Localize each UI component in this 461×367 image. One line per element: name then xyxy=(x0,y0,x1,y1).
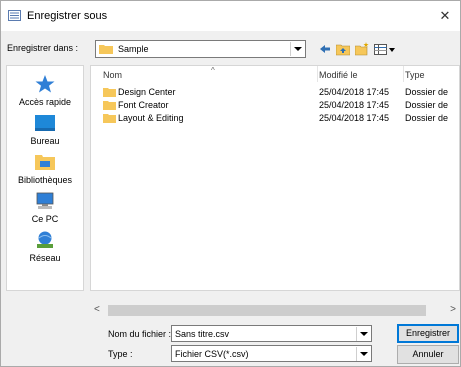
file-type: Dossier de xyxy=(405,87,449,97)
column-divider[interactable] xyxy=(403,66,404,82)
column-header-name[interactable]: Nom xyxy=(103,70,122,80)
save-button[interactable]: Enregistrer xyxy=(397,324,459,343)
place-label: Bibliothèques xyxy=(17,175,73,185)
lookin-dropdown[interactable]: Sample xyxy=(95,40,306,58)
back-icon[interactable] xyxy=(319,41,331,57)
file-type: Dossier de xyxy=(405,100,449,110)
computer-icon xyxy=(36,192,54,209)
horizontal-scrollbar[interactable]: < > xyxy=(90,303,460,318)
place-quick-access[interactable]: Accès rapide xyxy=(7,74,83,107)
new-folder-icon[interactable] xyxy=(355,41,369,57)
file-name: Layout & Editing xyxy=(118,113,184,123)
place-libraries[interactable]: Bibliothèques xyxy=(7,152,83,185)
close-button[interactable]: ✕ xyxy=(433,5,457,27)
file-type: Dossier de xyxy=(405,113,449,123)
column-divider[interactable] xyxy=(317,66,318,82)
star-icon xyxy=(35,75,55,93)
lookin-label: Enregistrer dans : xyxy=(7,43,79,53)
dialog-title: Enregistrer sous xyxy=(27,10,108,22)
column-header-type[interactable]: Type xyxy=(405,70,425,80)
file-name: Font Creator xyxy=(118,100,169,110)
lookin-value: Sample xyxy=(118,44,149,54)
list-item[interactable]: Design Center 25/04/2018 17:45 Dossier d… xyxy=(91,86,459,99)
filename-label: Nom du fichier : xyxy=(108,329,172,339)
folder-icon xyxy=(103,101,116,110)
file-date: 25/04/2018 17:45 xyxy=(319,87,390,97)
filename-value: Sans titre.csv xyxy=(175,329,230,339)
file-list: ^ Nom Modifié le Type Design Center 25/0… xyxy=(90,65,460,291)
view-menu-icon[interactable] xyxy=(374,41,396,57)
network-icon xyxy=(37,231,53,248)
place-desktop[interactable]: Bureau xyxy=(7,113,83,146)
place-label: Bureau xyxy=(30,136,60,146)
list-item[interactable]: Font Creator 25/04/2018 17:45 Dossier de xyxy=(91,99,459,112)
places-bar: Accès rapide Bureau Bibliothèques Ce PC xyxy=(6,65,84,291)
folder-icon xyxy=(99,45,113,54)
chevron-down-icon[interactable] xyxy=(290,42,304,56)
place-network[interactable]: Réseau xyxy=(7,230,83,263)
file-type-select[interactable]: Fichier CSV(*.csv) xyxy=(171,345,372,362)
place-label: Ce PC xyxy=(31,214,59,224)
place-label: Réseau xyxy=(29,253,61,263)
column-header-modified[interactable]: Modifié le xyxy=(319,70,358,80)
file-date: 25/04/2018 17:45 xyxy=(319,100,390,110)
desktop-icon xyxy=(35,115,55,131)
folder-icon xyxy=(103,88,116,97)
place-label: Accès rapide xyxy=(18,97,72,107)
cancel-button[interactable]: Annuler xyxy=(397,345,459,364)
dialog-icon xyxy=(8,10,21,21)
libraries-icon xyxy=(35,155,55,170)
scroll-left-icon[interactable]: < xyxy=(94,304,100,315)
place-this-pc[interactable]: Ce PC xyxy=(7,191,83,224)
filename-input[interactable]: Sans titre.csv xyxy=(171,325,372,342)
title-bar: Enregistrer sous ✕ xyxy=(1,1,460,31)
chevron-down-icon[interactable] xyxy=(356,327,370,341)
list-item[interactable]: Layout & Editing 25/04/2018 17:45 Dossie… xyxy=(91,112,459,125)
type-label: Type : xyxy=(108,349,133,359)
file-type-value: Fichier CSV(*.csv) xyxy=(175,349,249,359)
sort-ascending-icon: ^ xyxy=(211,66,215,75)
save-as-dialog: Enregistrer sous ✕ Enregistrer dans : Sa… xyxy=(0,0,461,367)
file-name: Design Center xyxy=(118,87,176,97)
up-folder-icon[interactable] xyxy=(336,41,350,57)
folder-icon xyxy=(103,114,116,123)
scrollbar-thumb[interactable] xyxy=(108,305,426,316)
file-date: 25/04/2018 17:45 xyxy=(319,113,390,123)
scroll-right-icon[interactable]: > xyxy=(450,304,456,315)
chevron-down-icon[interactable] xyxy=(356,347,370,361)
